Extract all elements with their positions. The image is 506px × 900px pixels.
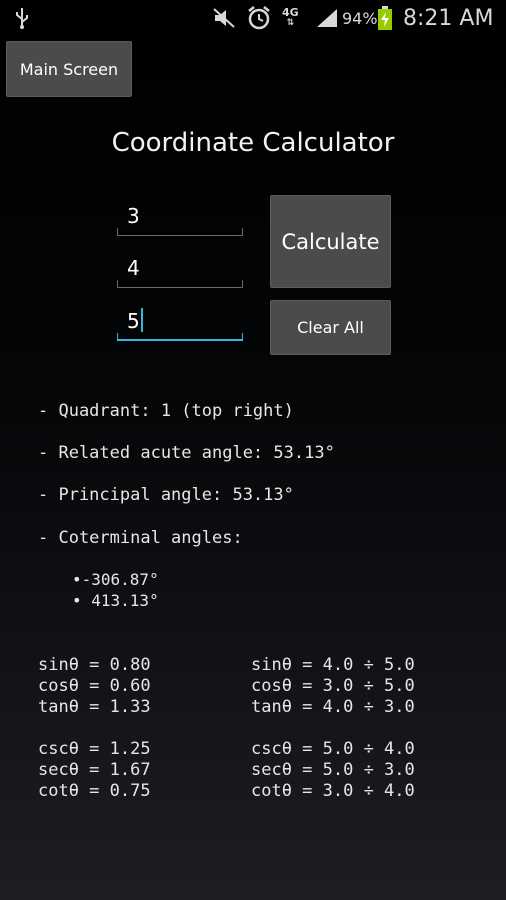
- quadrant-result: - Quadrant: 1 (top right): [38, 401, 294, 421]
- mute-icon: [212, 0, 236, 36]
- status-time: 8:21 AM: [403, 5, 494, 31]
- y-input-underline: [117, 280, 243, 288]
- acute-angle-result: - Related acute angle: 53.13°: [38, 443, 335, 463]
- sin-value: sinθ = 0.80: [38, 655, 151, 675]
- network-indicator: 4G ⇅: [282, 0, 299, 36]
- sec-value: secθ = 1.67: [38, 760, 151, 780]
- y-input-value: 4: [127, 256, 140, 280]
- r-input-wrap: 5: [127, 308, 143, 333]
- csc-value: cscθ = 1.25: [38, 739, 151, 759]
- usb-icon: [14, 0, 30, 36]
- x-input[interactable]: 3: [117, 200, 243, 236]
- sin-ratio: sinθ = 4.0 ÷ 5.0: [251, 655, 415, 675]
- sec-ratio: secθ = 5.0 ÷ 3.0: [251, 760, 415, 780]
- r-input-value: 5: [127, 309, 140, 333]
- cos-ratio: cosθ = 3.0 ÷ 5.0: [251, 676, 415, 696]
- clear-all-button[interactable]: Clear All: [270, 300, 391, 355]
- cot-value: cotθ = 0.75: [38, 781, 151, 801]
- tan-value: tanθ = 1.33: [38, 697, 151, 717]
- page-title: Coordinate Calculator: [111, 128, 395, 158]
- data-arrows-icon: ⇅: [286, 18, 295, 28]
- y-input[interactable]: 4: [117, 252, 243, 288]
- x-input-value: 3: [127, 204, 140, 228]
- cot-ratio: cotθ = 3.0 ÷ 4.0: [251, 781, 415, 801]
- coterminal-item: • 413.13°: [72, 591, 159, 610]
- battery-charging-icon: [378, 0, 392, 36]
- main-screen-button[interactable]: Main Screen: [6, 41, 132, 97]
- signal-icon: [316, 0, 338, 36]
- network-type: 4G: [282, 6, 299, 19]
- calculate-button[interactable]: Calculate: [270, 195, 391, 288]
- status-bar: 4G ⇅ 94% 8:21 AM: [0, 0, 506, 36]
- principal-angle-result: - Principal angle: 53.13°: [38, 485, 294, 505]
- alarm-icon: [246, 0, 272, 36]
- tan-ratio: tanθ = 4.0 ÷ 3.0: [251, 697, 415, 717]
- x-input-underline: [117, 228, 243, 236]
- battery-percent: 94%: [342, 8, 378, 28]
- coterminal-item: •-306.87°: [72, 570, 159, 589]
- r-input-underline: [117, 333, 243, 341]
- coterminal-label: - Coterminal angles:: [38, 528, 243, 548]
- csc-ratio: cscθ = 5.0 ÷ 4.0: [251, 739, 415, 759]
- r-input[interactable]: 5: [117, 305, 243, 341]
- cos-value: cosθ = 0.60: [38, 676, 151, 696]
- text-cursor: [140, 308, 143, 332]
